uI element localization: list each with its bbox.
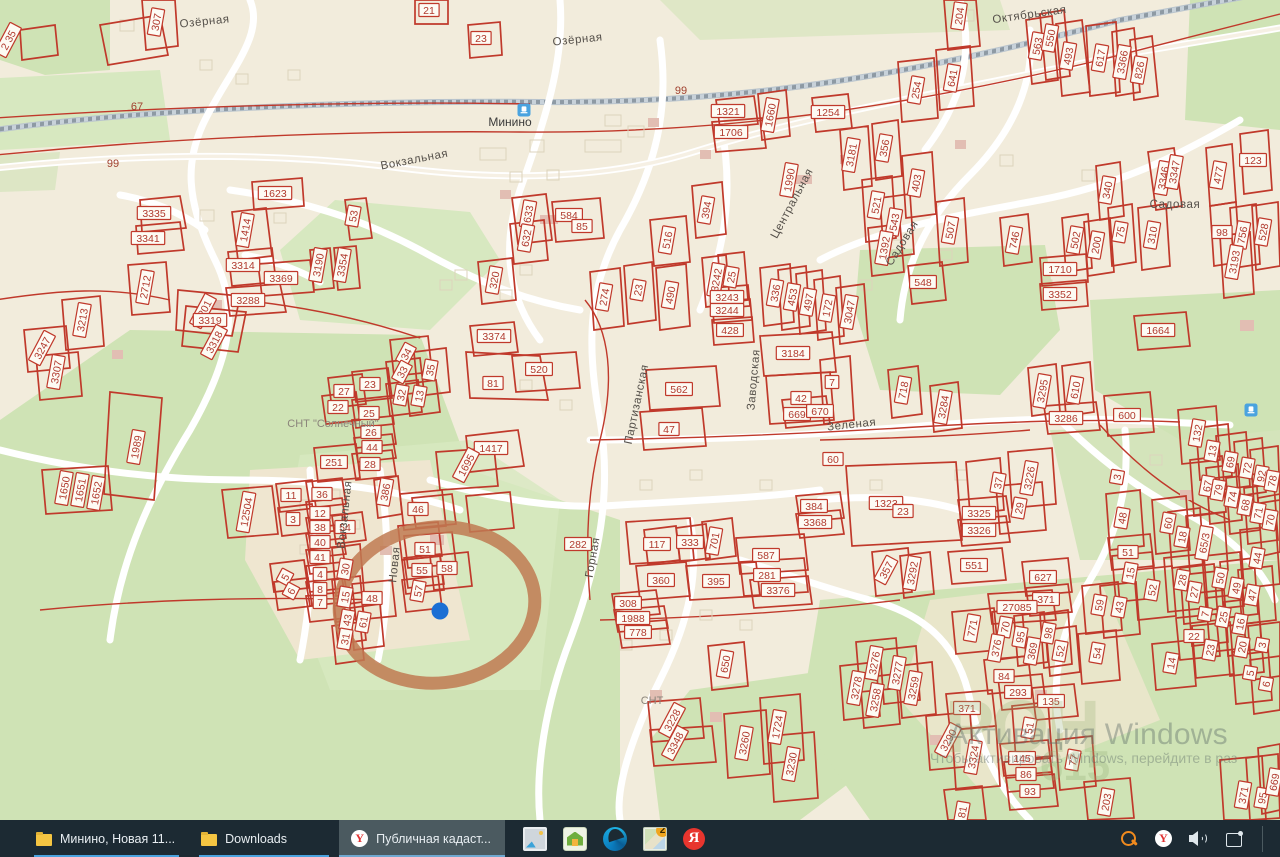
yandex-browser-icon[interactable]: Я — [682, 827, 705, 850]
taskbar-system-tray[interactable]: Y — [1120, 825, 1280, 852]
folder-icon — [201, 831, 218, 846]
cadastral-map-canvas[interactable]: 21 23 2 35 307 204 563 550 493 617 3366 826 641 254 1… — [0, 0, 1280, 820]
house-icon[interactable] — [562, 826, 587, 851]
yandex-icon: Y — [351, 830, 369, 847]
edge-icon[interactable] — [602, 826, 627, 851]
search-icon[interactable] — [1120, 830, 1138, 848]
taskbar-item-label: Публичная кадаст... — [376, 831, 491, 846]
maps-icon[interactable] — [642, 826, 667, 851]
screen: 21 23 2 35 307 204 563 550 493 617 3366 826 641 254 1… — [0, 0, 1280, 857]
taskbar-item-public-cadastral-map[interactable]: Y Публичная кадаст... — [339, 820, 505, 857]
notification-icon[interactable] — [1225, 830, 1243, 848]
map-markers-layer[interactable] — [0, 0, 1280, 820]
taskbar-item-label: Минино, Новая 11... — [60, 831, 176, 846]
taskbar-item-explorer-minino[interactable]: Минино, Новая 11... — [24, 820, 189, 857]
photos-icon[interactable] — [522, 826, 547, 851]
taskbar-quick-launch[interactable]: Я — [522, 826, 705, 851]
windows-taskbar[interactable]: Минино, Новая 11... Downloads Y Публична… — [0, 820, 1280, 857]
folder-icon — [36, 831, 52, 846]
yandex-tray-icon[interactable]: Y — [1155, 830, 1172, 847]
taskbar-item-explorer-downloads[interactable]: Downloads — [189, 820, 339, 857]
railway-station-marker[interactable] — [517, 103, 531, 117]
show-desktop-button[interactable] — [1262, 825, 1266, 852]
railway-station-marker[interactable] — [1244, 403, 1258, 417]
selected-parcel-marker[interactable] — [431, 602, 449, 620]
volume-icon[interactable] — [1189, 830, 1208, 847]
taskbar-item-label: Downloads — [225, 831, 287, 846]
